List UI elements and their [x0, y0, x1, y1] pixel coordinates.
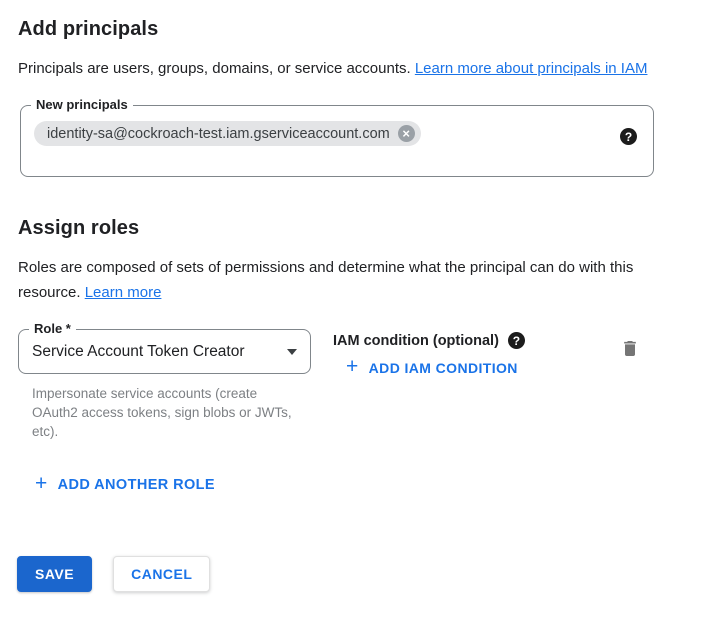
dropdown-arrow-icon	[287, 349, 297, 355]
cancel-button[interactable]: CANCEL	[113, 556, 210, 592]
principals-help-icon[interactable]: ?	[620, 128, 637, 145]
add-another-role-label: ADD ANOTHER ROLE	[58, 477, 215, 493]
add-iam-condition-button[interactable]: + ADD IAM CONDITION	[346, 360, 518, 376]
condition-label: IAM condition (optional)	[333, 333, 499, 349]
roles-description: Roles are composed of sets of permission…	[18, 255, 638, 305]
assign-roles-title: Assign roles	[18, 217, 695, 240]
page-title: Add principals	[18, 18, 695, 41]
new-principals-label: New principals	[31, 97, 133, 113]
add-principals-panel: Add principals Principals are users, gro…	[0, 0, 713, 592]
learn-more-principals-link[interactable]: Learn more about principals in IAM	[415, 60, 648, 77]
principals-description-text: Principals are users, groups, domains, o…	[18, 60, 415, 77]
principals-description: Principals are users, groups, domains, o…	[18, 56, 673, 81]
plus-icon: +	[35, 477, 48, 491]
role-select-label: Role *	[29, 321, 76, 337]
delete-icon	[620, 338, 640, 359]
condition-label-row: IAM condition (optional) ?	[333, 332, 525, 349]
role-row: Role * Service Account Token Creator Imp…	[18, 329, 695, 441]
condition-help-icon[interactable]: ?	[508, 332, 525, 349]
delete-role-button[interactable]	[620, 338, 640, 359]
condition-column: IAM condition (optional) ? + ADD IAM CON…	[333, 329, 525, 379]
plus-icon: +	[346, 360, 359, 374]
role-select-value: Service Account Token Creator	[32, 343, 245, 361]
action-bar: SAVE CANCEL	[17, 556, 695, 592]
trash-column	[620, 338, 640, 364]
save-button[interactable]: SAVE	[17, 556, 92, 592]
role-help-text: Impersonate service accounts (create OAu…	[32, 384, 304, 441]
add-iam-condition-label: ADD IAM CONDITION	[369, 360, 518, 376]
new-principals-field[interactable]: New principals identity-sa@cockroach-tes…	[20, 105, 654, 177]
chip-remove-icon[interactable]: ×	[398, 125, 415, 142]
learn-more-roles-link[interactable]: Learn more	[85, 284, 162, 301]
principal-chip: identity-sa@cockroach-test.iam.gservicea…	[34, 121, 421, 146]
role-column: Role * Service Account Token Creator Imp…	[18, 329, 311, 441]
role-select[interactable]: Role * Service Account Token Creator	[18, 329, 311, 374]
add-another-role-button[interactable]: + ADD ANOTHER ROLE	[35, 477, 215, 493]
principal-chip-text: identity-sa@cockroach-test.iam.gservicea…	[47, 126, 390, 142]
